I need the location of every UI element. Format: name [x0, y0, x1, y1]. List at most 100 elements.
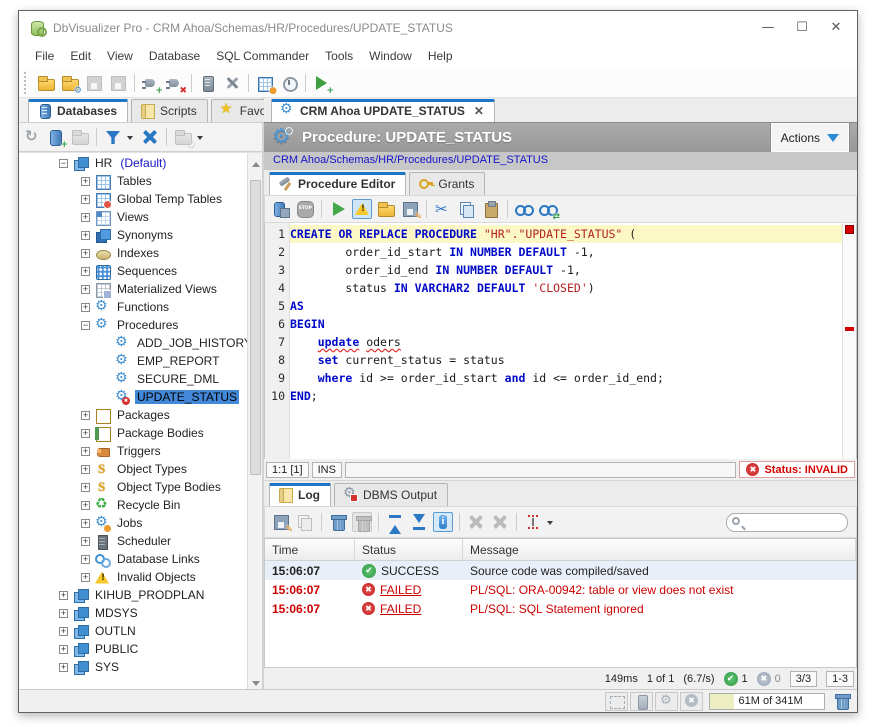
dropdown-caret-icon[interactable] — [127, 136, 133, 143]
tree-item-package-bodies[interactable]: +Package Bodies — [19, 424, 247, 442]
scroll-down-icon[interactable] — [248, 674, 263, 689]
clear-all-icon[interactable] — [352, 512, 372, 532]
cut-icon[interactable] — [433, 199, 453, 219]
tree-item-emp-report[interactable]: EMP_REPORT — [19, 352, 247, 370]
expand-icon[interactable]: + — [59, 591, 68, 600]
maximize-button[interactable]: ☐ — [785, 14, 819, 42]
tree-item-scheduler[interactable]: +Scheduler — [19, 532, 247, 550]
close-tab-icon[interactable]: ✕ — [474, 104, 484, 118]
expand-icon[interactable]: + — [81, 249, 90, 258]
tree-item-kihub-prodplan[interactable]: +KIHUB_PRODPLAN — [19, 586, 247, 604]
search-input[interactable] — [741, 516, 847, 528]
expand-icon[interactable]: + — [59, 663, 68, 672]
clear-icon[interactable] — [328, 512, 348, 532]
tab-procedure-editor[interactable]: Procedure Editor — [269, 172, 406, 195]
open-folder-icon[interactable] — [36, 73, 56, 93]
tree-item-invalid-objects[interactable]: +Invalid Objects — [19, 568, 247, 586]
expand-icon[interactable]: + — [81, 195, 90, 204]
status-gear-icon[interactable] — [655, 692, 678, 711]
column-header[interactable]: Message — [463, 539, 856, 560]
add-folder-icon[interactable] — [70, 127, 90, 147]
info-icon[interactable] — [433, 512, 453, 532]
column-header[interactable]: Time — [265, 539, 355, 560]
scroll-bottom-icon[interactable] — [409, 512, 429, 532]
refresh-icon[interactable] — [22, 127, 42, 147]
database-server-icon[interactable] — [198, 73, 218, 93]
tree-item-tables[interactable]: +Tables — [19, 172, 247, 190]
status-db-icon[interactable] — [630, 692, 653, 711]
tree-item-outln[interactable]: +OUTLN — [19, 622, 247, 640]
menu-database[interactable]: Database — [141, 46, 208, 66]
sql-editor[interactable]: 12345678910 CREATE OR REPLACE PROCEDURE … — [264, 223, 857, 459]
tree-item-sequences[interactable]: +Sequences — [19, 262, 247, 280]
expand-icon[interactable]: + — [81, 483, 90, 492]
expand-icon[interactable]: + — [81, 555, 90, 564]
copy-icon[interactable] — [295, 512, 315, 532]
log-row[interactable]: 15:06:07✔SUCCESSSource code was compiled… — [265, 561, 856, 580]
tree-item-object-type-bodies[interactable]: +Object Type Bodies — [19, 478, 247, 496]
expand-icon[interactable]: + — [81, 465, 90, 474]
tail-icon[interactable] — [523, 512, 543, 532]
tree-scrollbar[interactable] — [247, 153, 262, 689]
tree-item-jobs[interactable]: +Jobs — [19, 514, 247, 532]
status-grid-icon[interactable] — [605, 692, 628, 711]
add-connection-icon[interactable]: + — [46, 127, 66, 147]
copy-icon[interactable] — [457, 199, 477, 219]
error-mark-icon[interactable] — [845, 225, 854, 234]
new-sql-commander-icon[interactable]: + — [312, 73, 332, 93]
tree-item-update-status[interactable]: UPDATE_STATUS — [19, 388, 247, 406]
expand-icon[interactable]: + — [81, 537, 90, 546]
close-button[interactable]: ✕ — [819, 14, 853, 42]
expand-icon[interactable]: + — [81, 447, 90, 456]
tab-grants[interactable]: Grants — [409, 172, 485, 195]
warning-icon[interactable] — [352, 199, 372, 219]
collapse-icon[interactable]: − — [81, 321, 90, 330]
expand-icon[interactable] — [466, 512, 486, 532]
menu-sql-commander[interactable]: SQL Commander — [208, 46, 317, 66]
menu-tools[interactable]: Tools — [317, 46, 361, 66]
tree-item-global-temp-tables[interactable]: +Global Temp Tables — [19, 190, 247, 208]
execute-icon[interactable] — [328, 199, 348, 219]
dropdown-caret-icon[interactable] — [197, 136, 203, 143]
code-area[interactable]: CREATE OR REPLACE PROCEDURE "HR"."UPDATE… — [290, 223, 842, 459]
open-folder2-icon[interactable] — [376, 199, 396, 219]
log-row[interactable]: 15:06:07✖FAILEDPL/SQL: SQL Statement ign… — [265, 599, 856, 618]
expand-icon[interactable]: + — [81, 267, 90, 276]
scrollbar-thumb[interactable] — [250, 180, 261, 475]
save-procedure-icon[interactable] — [271, 199, 291, 219]
tree-item-hr[interactable]: −HR(Default) — [19, 154, 247, 172]
tools-icon[interactable] — [222, 73, 242, 93]
find-icon[interactable] — [514, 199, 534, 219]
menu-edit[interactable]: Edit — [62, 46, 99, 66]
tab-databases[interactable]: Databases — [28, 99, 128, 122]
menu-help[interactable]: Help — [420, 46, 461, 66]
tree-item-database-links[interactable]: +Database Links — [19, 550, 247, 568]
tree-item-object-types[interactable]: +Object Types — [19, 460, 247, 478]
tree-item-synonyms[interactable]: +Synonyms — [19, 226, 247, 244]
filter-icon[interactable] — [103, 127, 123, 147]
log-search-box[interactable] — [726, 513, 848, 532]
actions-button[interactable]: Actions — [771, 123, 849, 152]
expand-icon[interactable]: + — [81, 411, 90, 420]
dropdown-caret-icon[interactable] — [547, 521, 553, 528]
column-header[interactable]: Status — [355, 539, 463, 560]
time-monitor-icon[interactable] — [279, 73, 299, 93]
tree-item-functions[interactable]: +Functions — [19, 298, 247, 316]
tree-item-packages[interactable]: +Packages — [19, 406, 247, 424]
tab-object-view[interactable]: CRM Ahoa UPDATE_STATUS ✕ — [271, 99, 495, 122]
collapse-icon[interactable] — [490, 512, 510, 532]
expand-icon[interactable]: + — [81, 231, 90, 240]
tree-item-views[interactable]: +Views — [19, 208, 247, 226]
save-edit-icon[interactable]: ✎ — [400, 199, 420, 219]
paste-icon[interactable] — [481, 199, 501, 219]
tree-item-materialized-views[interactable]: +Materialized Views — [19, 280, 247, 298]
stop-icon[interactable] — [295, 199, 315, 219]
expand-icon[interactable]: + — [81, 303, 90, 312]
garbage-collect-icon[interactable] — [832, 691, 852, 711]
memory-gauge[interactable]: 61M of 341M — [709, 693, 825, 710]
menu-file[interactable]: File — [27, 46, 62, 66]
expand-icon[interactable]: + — [59, 645, 68, 654]
tree-item-public[interactable]: +PUBLIC — [19, 640, 247, 658]
expand-icon[interactable]: + — [81, 501, 90, 510]
scroll-up-icon[interactable] — [248, 153, 263, 168]
